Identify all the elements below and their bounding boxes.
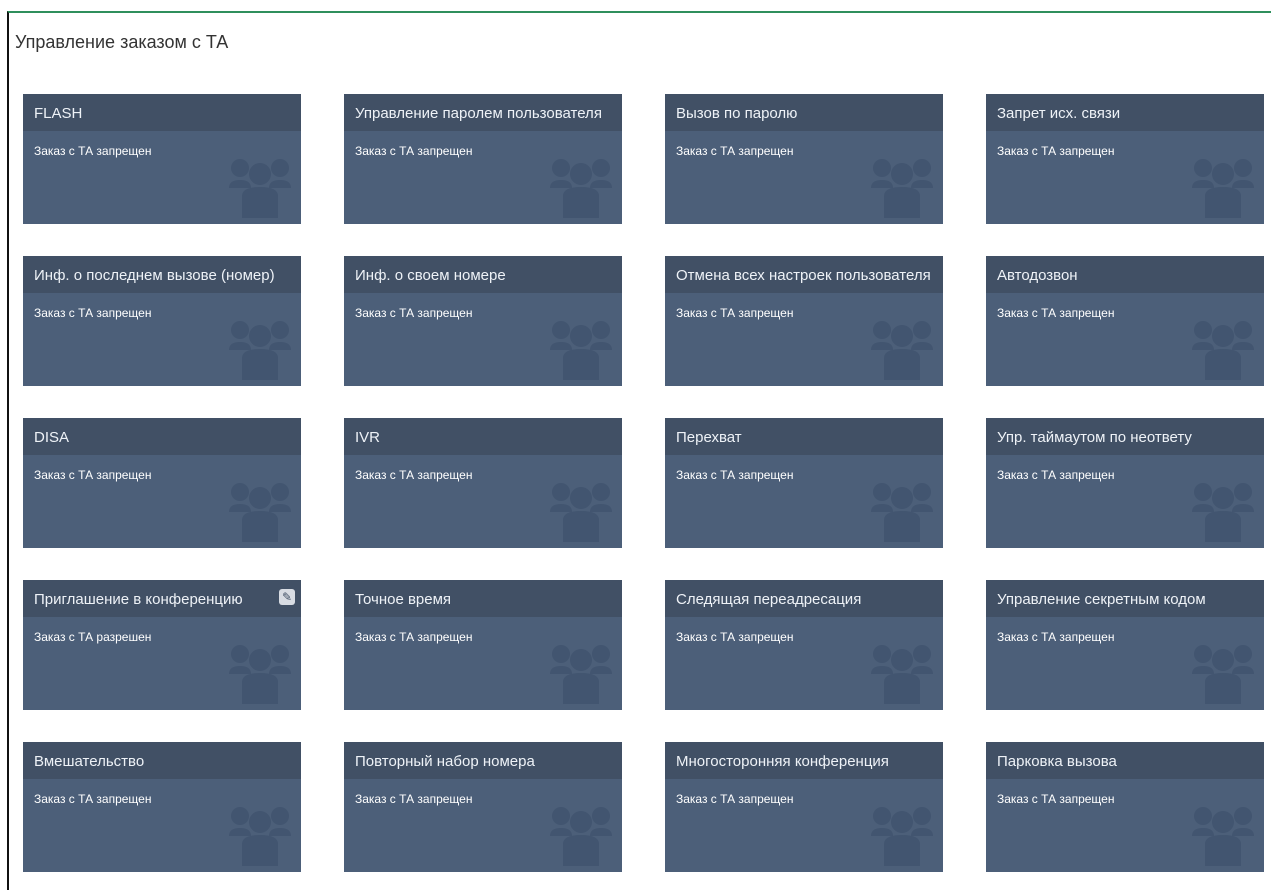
people-group-icon: [1192, 483, 1254, 542]
card-status: Заказ с ТА запрещен: [34, 144, 152, 158]
card-title: Парковка вызова: [986, 742, 1264, 779]
people-group-icon: [871, 483, 933, 542]
card-status: Заказ с ТА запрещен: [997, 144, 1115, 158]
people-group-icon: [871, 159, 933, 218]
card-title: Повторный набор номера: [344, 742, 622, 779]
card-title: Инф. о своем номере: [344, 256, 622, 293]
card-title: IVR: [344, 418, 622, 455]
card-title: Управление паролем пользователя: [344, 94, 622, 131]
card-title: Вызов по паролю: [665, 94, 943, 131]
people-group-icon: [229, 321, 291, 380]
service-card-redial[interactable]: Повторный набор номера Заказ с ТА запрещ…: [344, 742, 622, 872]
card-status: Заказ с ТА запрещен: [355, 792, 473, 806]
service-card-last-call-info[interactable]: Инф. о последнем вызове (номер) Заказ с …: [23, 256, 301, 386]
service-card-pickup[interactable]: Перехват Заказ с ТА запрещен: [665, 418, 943, 548]
card-title: Автодозвон: [986, 256, 1264, 293]
service-card-flash[interactable]: FLASH Заказ с ТА запрещен: [23, 94, 301, 224]
card-status: Заказ с ТА запрещен: [997, 468, 1115, 482]
card-status: Заказ с ТА запрещен: [676, 792, 794, 806]
people-group-icon: [1192, 321, 1254, 380]
order-management-panel: Управление заказом с ТА FLASH Заказ с ТА…: [7, 11, 1271, 890]
card-status: Заказ с ТА запрещен: [34, 306, 152, 320]
service-card-multiparty-conference[interactable]: Многосторонняя конференция Заказ с ТА за…: [665, 742, 943, 872]
people-group-icon: [1192, 645, 1254, 704]
people-group-icon: [229, 645, 291, 704]
card-title: Запрет исх. связи: [986, 94, 1264, 131]
people-group-icon: [1192, 159, 1254, 218]
card-title: FLASH: [23, 94, 301, 131]
service-card-disa[interactable]: DISA Заказ с ТА запрещен: [23, 418, 301, 548]
card-status: Заказ с ТА запрещен: [676, 144, 794, 158]
people-group-icon: [871, 807, 933, 866]
service-card-autodial[interactable]: Автодозвон Заказ с ТА запрещен: [986, 256, 1264, 386]
service-card-conference-invite[interactable]: Приглашение в конференцию ✎ Заказ с ТА р…: [23, 580, 301, 710]
card-status: Заказ с ТА запрещен: [676, 468, 794, 482]
people-group-icon: [229, 807, 291, 866]
people-group-icon: [229, 159, 291, 218]
service-card-own-number-info[interactable]: Инф. о своем номере Заказ с ТА запрещен: [344, 256, 622, 386]
card-title: Перехват: [665, 418, 943, 455]
card-status: Заказ с ТА запрещен: [34, 792, 152, 806]
card-title: DISA: [23, 418, 301, 455]
people-group-icon: [550, 321, 612, 380]
edit-icon[interactable]: ✎: [279, 589, 295, 605]
services-grid: FLASH Заказ с ТА запрещен Управление пар…: [23, 94, 1264, 872]
service-card-call-park[interactable]: Парковка вызова Заказ с ТА запрещен: [986, 742, 1264, 872]
card-title: Упр. таймаутом по неответу: [986, 418, 1264, 455]
card-status: Заказ с ТА запрещен: [997, 792, 1115, 806]
people-group-icon: [871, 645, 933, 704]
card-status: Заказ с ТА запрещен: [355, 144, 473, 158]
card-status: Заказ с ТА запрещен: [997, 630, 1115, 644]
card-status: Заказ с ТА запрещен: [676, 630, 794, 644]
card-title: Вмешательство: [23, 742, 301, 779]
card-title: Точное время: [344, 580, 622, 617]
service-card-ivr[interactable]: IVR Заказ с ТА запрещен: [344, 418, 622, 548]
card-title: Многосторонняя конференция: [665, 742, 943, 779]
people-group-icon: [871, 321, 933, 380]
card-status: Заказ с ТА запрещен: [355, 630, 473, 644]
service-card-intrusion[interactable]: Вмешательство Заказ с ТА запрещен: [23, 742, 301, 872]
card-status: Заказ с ТА запрещен: [355, 306, 473, 320]
card-status: Заказ с ТА запрещен: [34, 468, 152, 482]
service-card-exact-time[interactable]: Точное время Заказ с ТА запрещен: [344, 580, 622, 710]
people-group-icon: [550, 159, 612, 218]
service-card-outgoing-restriction[interactable]: Запрет исх. связи Заказ с ТА запрещен: [986, 94, 1264, 224]
service-card-secret-code[interactable]: Управление секретным кодом Заказ с ТА за…: [986, 580, 1264, 710]
people-group-icon: [1192, 807, 1254, 866]
service-card-cancel-all-settings[interactable]: Отмена всех настроек пользователя Заказ …: [665, 256, 943, 386]
card-title: Отмена всех настроек пользователя: [665, 256, 943, 293]
card-title: Управление секретным кодом: [986, 580, 1264, 617]
card-status: Заказ с ТА запрещен: [676, 306, 794, 320]
service-card-call-by-password[interactable]: Вызов по паролю Заказ с ТА запрещен: [665, 94, 943, 224]
card-status: Заказ с ТА запрещен: [355, 468, 473, 482]
people-group-icon: [550, 645, 612, 704]
people-group-icon: [229, 483, 291, 542]
panel-title: Управление заказом с ТА: [15, 32, 229, 52]
people-group-icon: [550, 483, 612, 542]
card-status: Заказ с ТА запрещен: [997, 306, 1115, 320]
service-card-password-management[interactable]: Управление паролем пользователя Заказ с …: [344, 94, 622, 224]
service-card-no-answer-timeout[interactable]: Упр. таймаутом по неответу Заказ с ТА за…: [986, 418, 1264, 548]
card-title: Следящая переадресация: [665, 580, 943, 617]
service-card-follow-me[interactable]: Следящая переадресация Заказ с ТА запрещ…: [665, 580, 943, 710]
card-title: Инф. о последнем вызове (номер): [23, 256, 301, 293]
card-status: Заказ с ТА разрешен: [34, 630, 152, 644]
card-title: Приглашение в конференцию: [23, 580, 301, 617]
people-group-icon: [550, 807, 612, 866]
